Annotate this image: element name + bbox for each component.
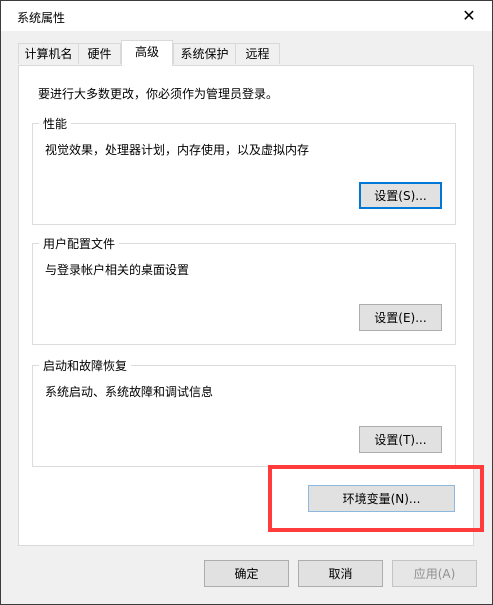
- startup-recovery-description: 系统启动、系统故障和调试信息: [45, 385, 214, 399]
- tab-remote[interactable]: 远程: [235, 43, 280, 64]
- tab-system-protection[interactable]: 系统保护: [173, 43, 236, 64]
- tab-computer-name[interactable]: 计算机名: [18, 43, 79, 64]
- tab-advanced[interactable]: 高级: [121, 40, 173, 66]
- startup-recovery-group: 启动和故障恢复 系统启动、系统故障和调试信息 设置(T)...: [32, 357, 456, 467]
- tab-hardware[interactable]: 硬件: [78, 43, 121, 64]
- user-profiles-group: 用户配置文件 与登录帐户相关的桌面设置 设置(E)...: [32, 235, 456, 345]
- performance-group-title: 性能: [39, 115, 72, 132]
- user-profiles-description: 与登录帐户相关的桌面设置: [45, 263, 190, 277]
- performance-settings-button[interactable]: 设置(S)...: [359, 182, 442, 209]
- startup-recovery-group-title: 启动和故障恢复: [39, 357, 132, 374]
- apply-button[interactable]: 应用(A): [392, 560, 477, 587]
- user-profiles-group-title: 用户配置文件: [39, 235, 120, 252]
- user-profiles-settings-button[interactable]: 设置(E)...: [359, 304, 442, 331]
- system-properties-dialog: 系统属性 ✕ 计算机名 硬件 高级 系统保护 远程 要进行大多数更改，你必须作为…: [0, 0, 493, 605]
- red-highlight-box: [268, 465, 484, 532]
- performance-group: 性能 视觉效果，处理器计划，内存使用，以及虚拟内存 设置(S)...: [32, 115, 456, 225]
- ok-button[interactable]: 确定: [204, 560, 289, 587]
- close-icon[interactable]: ✕: [452, 4, 486, 28]
- startup-recovery-settings-button[interactable]: 设置(T)...: [359, 426, 442, 453]
- title-bar: 系统属性 ✕: [1, 1, 492, 31]
- cancel-button[interactable]: 取消: [298, 560, 383, 587]
- window-title: 系统属性: [17, 11, 66, 25]
- performance-description: 视觉效果，处理器计划，内存使用，以及虚拟内存: [45, 143, 310, 157]
- admin-notice: 要进行大多数更改，你必须作为管理员登录。: [38, 87, 279, 101]
